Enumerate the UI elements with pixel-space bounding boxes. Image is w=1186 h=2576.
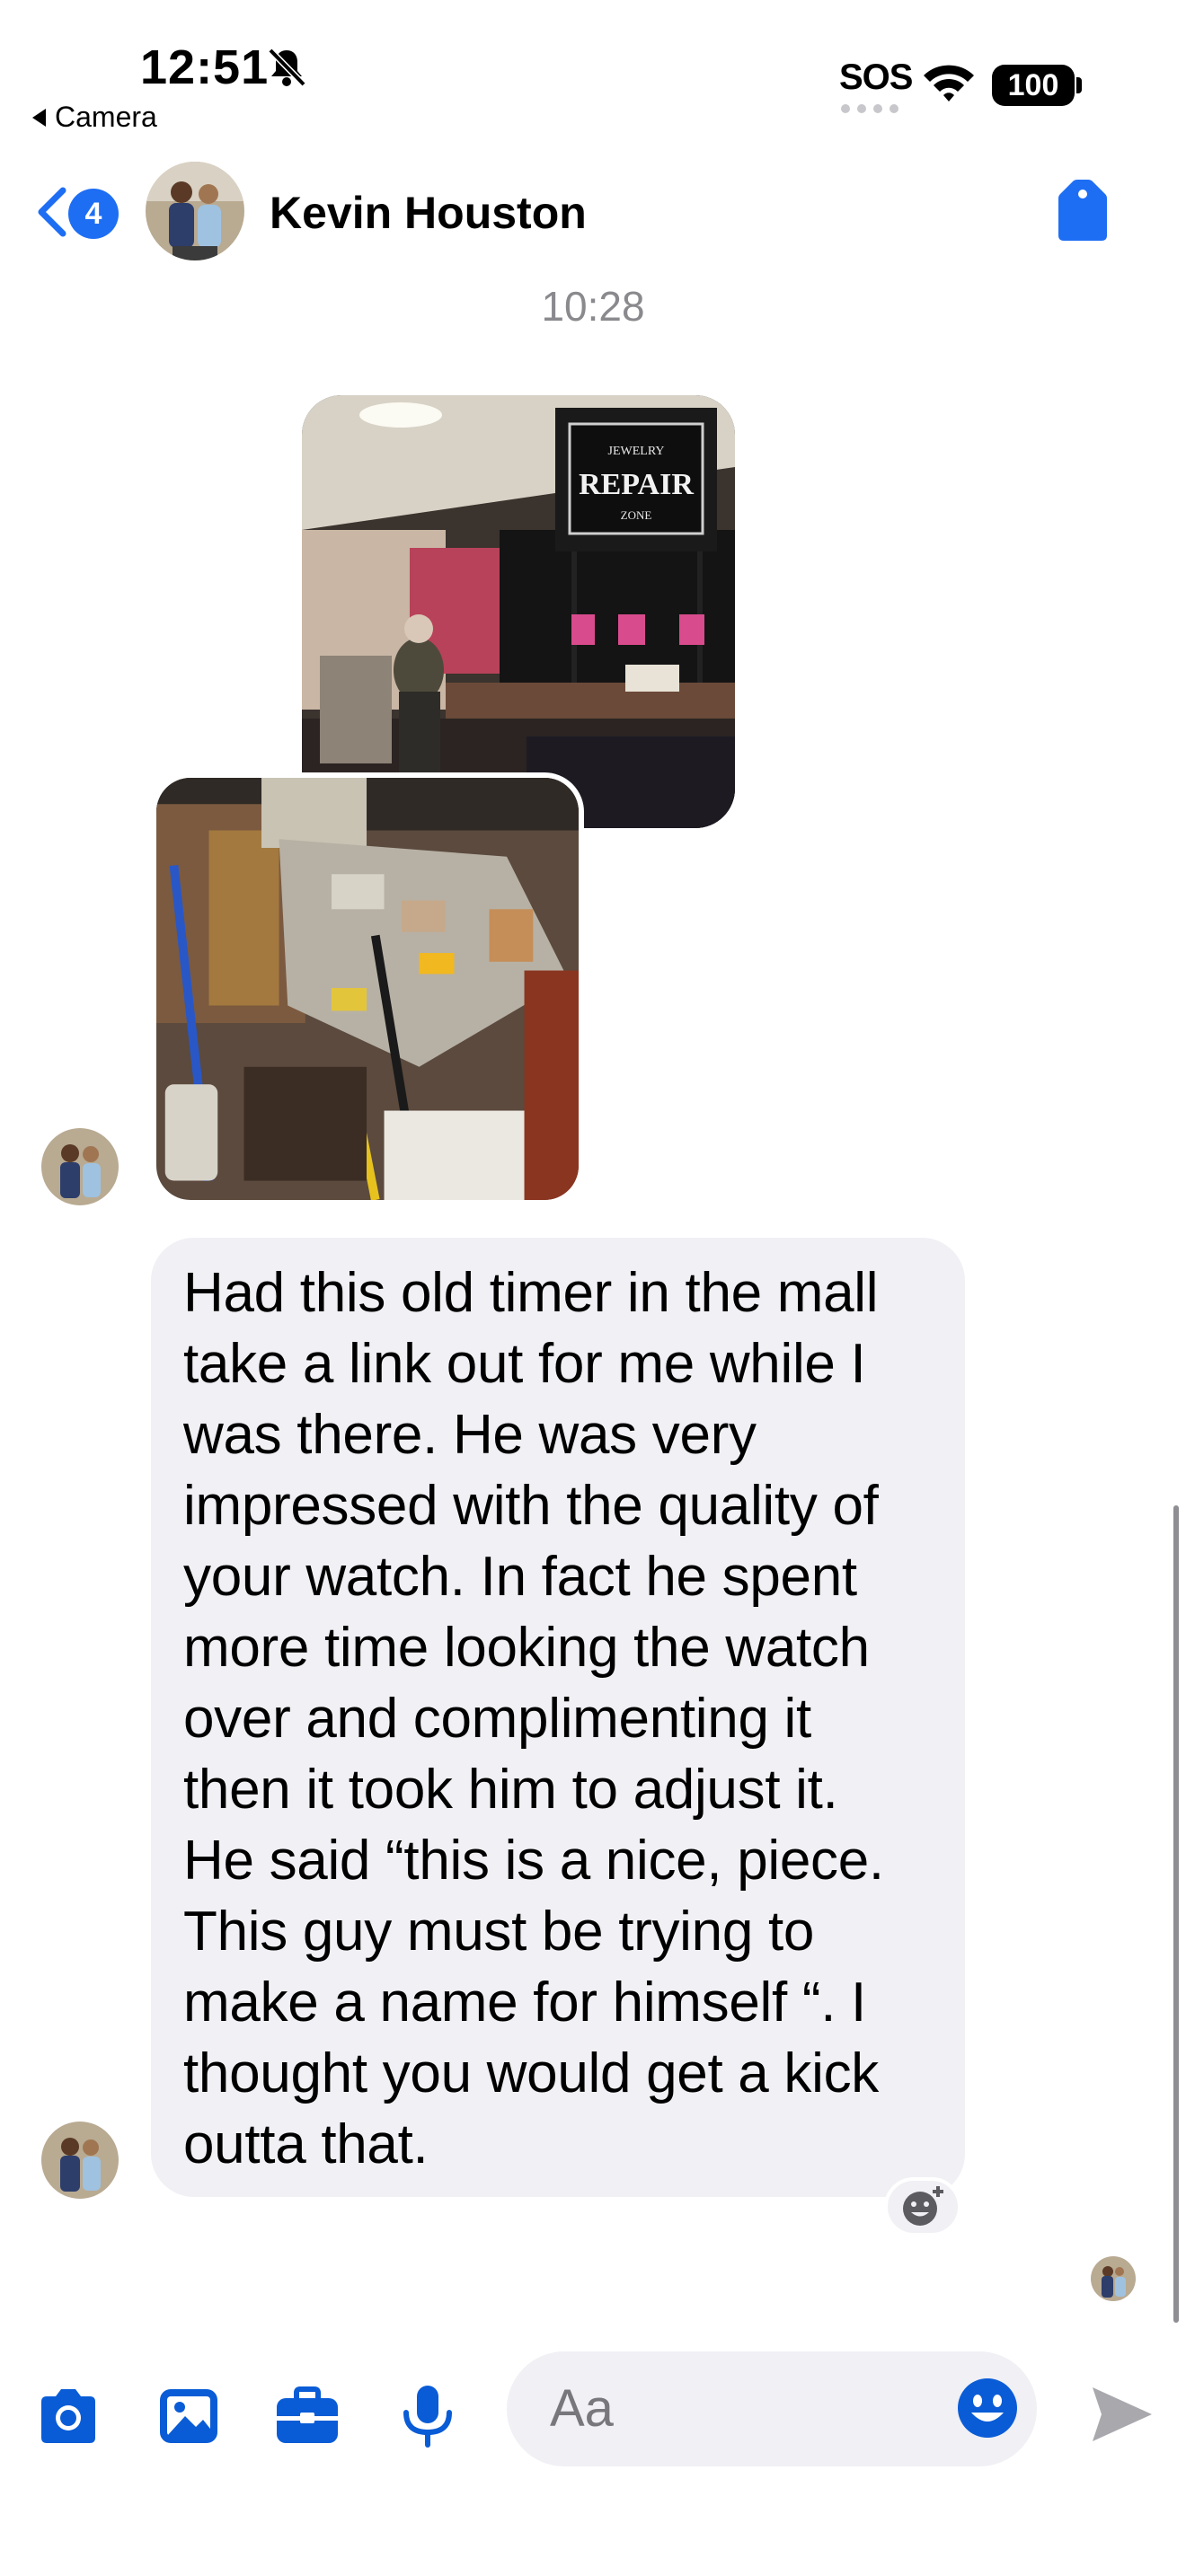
photo-workbench[interactable] bbox=[151, 772, 584, 1205]
message-input-placeholder[interactable]: Aa bbox=[550, 2378, 614, 2439]
battery-nub bbox=[1076, 77, 1082, 93]
camera-icon[interactable] bbox=[34, 2382, 102, 2450]
contact-avatar[interactable] bbox=[146, 162, 244, 260]
message-text: Had this old timer in the mall take a li… bbox=[183, 1262, 884, 2175]
photo-jewelry-kiosk[interactable]: JEWELRY REPAIR ZONE bbox=[302, 395, 735, 828]
wifi-icon bbox=[924, 65, 974, 101]
back-app-label: Camera bbox=[55, 101, 157, 133]
gallery-icon[interactable] bbox=[155, 2382, 223, 2450]
message-bubble[interactable]: Had this old timer in the mall take a li… bbox=[151, 1238, 965, 2197]
scrollbar[interactable] bbox=[1173, 1505, 1179, 2323]
sender-avatar[interactable] bbox=[41, 2122, 119, 2199]
back-to-app-link[interactable]: Camera bbox=[32, 101, 157, 134]
add-reaction-button[interactable] bbox=[884, 2177, 961, 2236]
emoji-icon[interactable] bbox=[956, 2377, 1019, 2439]
back-triangle-icon bbox=[32, 108, 46, 127]
read-receipt-avatar bbox=[1091, 2256, 1136, 2301]
sign-bottom-text: ZONE bbox=[621, 508, 652, 522]
signal-dots bbox=[841, 104, 898, 113]
microphone-icon[interactable] bbox=[394, 2382, 462, 2450]
sign-main-text: REPAIR bbox=[579, 468, 694, 501]
add-reaction-icon bbox=[903, 2186, 943, 2226]
contact-name[interactable]: Kevin Houston bbox=[270, 187, 587, 239]
tag-icon[interactable] bbox=[1053, 176, 1112, 243]
sign-top-text: JEWELRY bbox=[608, 445, 665, 458]
message-timestamp: 10:28 bbox=[541, 283, 645, 330]
briefcase-icon[interactable] bbox=[273, 2382, 341, 2450]
status-time: 12:51 bbox=[140, 40, 270, 94]
sender-avatar[interactable] bbox=[41, 1128, 119, 1205]
battery-icon: 100 bbox=[992, 65, 1075, 106]
send-icon[interactable] bbox=[1087, 2380, 1155, 2448]
back-chevron-icon[interactable] bbox=[32, 185, 72, 239]
bell-slash-icon bbox=[268, 48, 306, 87]
sos-indicator: SOS bbox=[839, 57, 913, 97]
unread-count-badge[interactable]: 4 bbox=[68, 189, 119, 239]
